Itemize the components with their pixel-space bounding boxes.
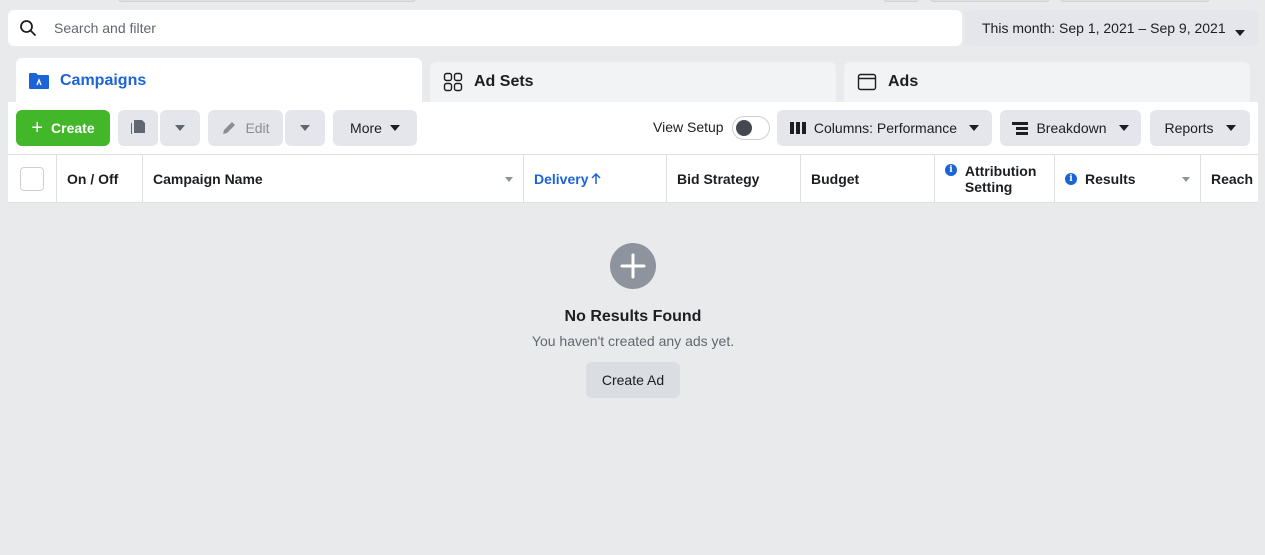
column-header-label: Results [1085,170,1136,187]
reports-button[interactable]: Reports [1150,110,1250,146]
info-icon[interactable]: i [945,164,957,176]
duplicate-dropdown-button[interactable] [160,110,200,146]
top-ghost-bar-right [883,0,919,2]
column-header-label: Campaign Name [153,170,263,187]
column-header-reach[interactable]: Reach [1201,155,1258,202]
date-range-picker[interactable]: This month: Sep 1, 2021 – Sep 9, 2021 [965,10,1258,46]
breakdown-button-label: Breakdown [1036,120,1107,136]
columns-button[interactable]: Columns: Performance [777,110,992,146]
column-header-bid-strategy[interactable]: Bid Strategy [667,155,801,202]
chevron-down-icon [175,125,185,131]
info-icon[interactable]: i [1065,172,1077,185]
tab-ads-label: Ads [888,73,919,90]
chevron-down-icon [1225,125,1236,131]
column-header-results[interactable]: i Results [1055,155,1201,202]
view-setup-toggle[interactable] [732,116,770,140]
grid-icon [442,71,464,93]
create-ad-button[interactable]: Create Ad [586,362,680,398]
column-header-attribution-setting[interactable]: i Attribution Setting [935,155,1055,202]
chevron-down-icon [1234,24,1246,40]
add-circle-icon [610,243,656,289]
create-button-label: Create [51,120,95,136]
search-icon [8,10,48,46]
ad-window-icon [856,71,878,93]
column-header-label: Delivery [534,170,589,187]
campaigns-panel: + Create Edit More View Setup Columns: P… [8,102,1258,555]
column-header-delivery[interactable]: Delivery [524,155,667,202]
edit-button[interactable]: Edit [208,110,283,146]
tab-ad-sets[interactable]: Ad Sets [430,62,836,102]
select-all-checkbox[interactable] [20,166,44,191]
column-header-campaign-name[interactable]: Campaign Name [143,155,524,202]
duplicate-icon [129,118,147,139]
table-header: On / Off Campaign Name Delivery Bid Stra… [8,154,1258,203]
empty-state-title: No Results Found [564,308,702,325]
columns-button-label: Columns: Performance [813,120,958,136]
chevron-down-icon [969,125,980,131]
search-bar[interactable] [8,10,962,46]
sort-caret-icon[interactable] [1182,177,1190,182]
view-setup-label: View Setup [653,119,724,135]
chevron-down-icon [300,125,310,131]
edit-dropdown-button[interactable] [285,110,325,146]
duplicate-button[interactable] [118,110,158,146]
column-header-on-off[interactable]: On / Off [57,155,143,202]
top-ghost-bar-right-3 [1060,0,1210,2]
columns-icon [789,121,806,135]
edit-button-label: Edit [245,120,270,136]
column-header-label: On / Off [67,170,119,187]
toolbar: + Create Edit More View Setup Columns: P… [8,102,1258,154]
column-header-budget[interactable]: Budget [801,155,935,202]
column-header-label: Bid Strategy [677,170,760,187]
breakdown-button[interactable]: Breakdown [1000,110,1141,146]
column-header-label: Reach [1211,170,1254,187]
breakdown-icon [1012,121,1029,135]
more-button-label: More [350,120,382,136]
arrow-up-icon [591,172,602,185]
empty-state-subtitle: You haven't created any ads yet. [531,333,735,349]
top-ghost-bar-left [118,0,416,2]
chevron-down-icon [389,125,400,131]
create-button[interactable]: + Create [16,110,110,146]
select-all-cell [8,155,57,202]
date-range-label: This month: Sep 1, 2021 – Sep 9, 2021 [982,20,1226,36]
tab-ads[interactable]: Ads [844,62,1250,102]
chevron-down-icon [1118,125,1129,131]
plus-icon: + [31,117,44,139]
folder-icon [28,70,50,92]
more-button[interactable]: More [333,110,417,146]
search-input[interactable] [54,20,934,36]
tab-ad-sets-label: Ad Sets [474,73,534,90]
sort-caret-icon[interactable] [505,177,513,182]
column-header-label: Budget [811,170,860,187]
column-header-label: Attribution Setting [964,162,1037,195]
reports-button-label: Reports [1164,120,1214,136]
tab-campaigns[interactable]: Campaigns [16,58,422,104]
pencil-icon [221,120,237,136]
tab-campaigns-label: Campaigns [60,72,147,89]
toggle-knob [736,120,752,136]
top-ghost-bar-right-2 [930,0,1050,2]
